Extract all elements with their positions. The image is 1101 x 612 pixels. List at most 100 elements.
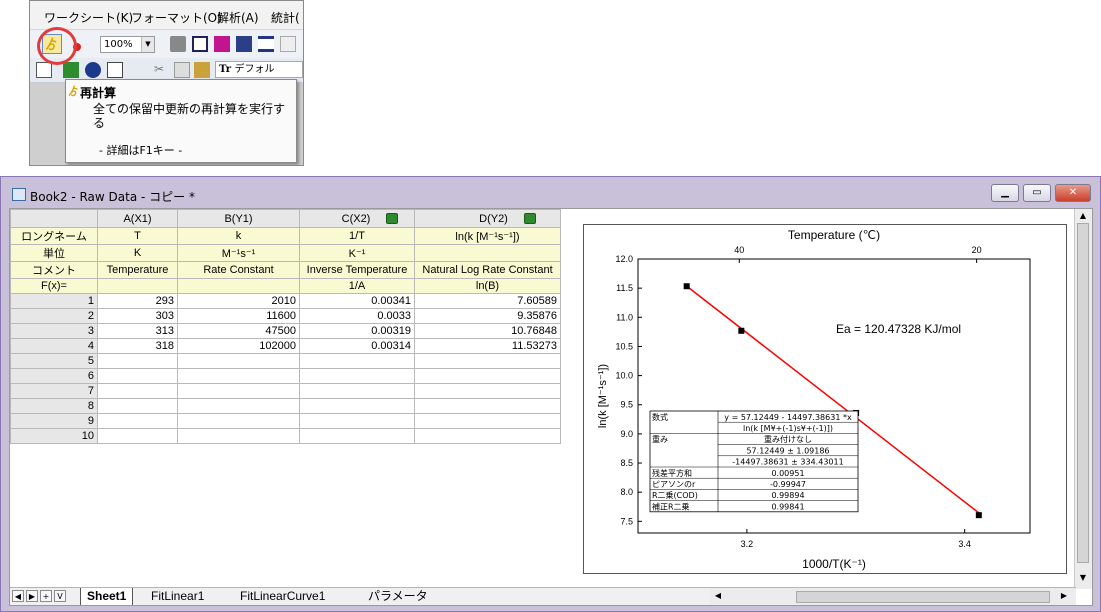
data-cell[interactable]: 0.0033	[299, 308, 415, 324]
row-number[interactable]: 4	[10, 338, 98, 354]
data-cell[interactable]: 0.00341	[299, 293, 415, 309]
export-icon[interactable]	[214, 36, 230, 52]
data-cell[interactable]	[97, 383, 178, 399]
scroll-thumb[interactable]	[1077, 223, 1089, 563]
meta-row-label[interactable]: コメント	[10, 261, 98, 279]
row-number[interactable]: 5	[10, 353, 98, 369]
menu-statistics[interactable]: 統計(	[271, 9, 300, 26]
data-cell[interactable]	[97, 413, 178, 429]
meta-cell[interactable]: ln(B)	[414, 278, 561, 294]
scroll-left-icon[interactable]: ◀	[712, 591, 724, 603]
data-cell[interactable]	[97, 368, 178, 384]
data-cell[interactable]	[299, 383, 415, 399]
lock-icon[interactable]	[523, 213, 536, 225]
horizontal-scrollbar[interactable]: ◀ ▶	[710, 587, 1076, 605]
zoom-select[interactable]: 100% ▼	[100, 36, 155, 53]
paste-icon[interactable]	[194, 62, 210, 78]
data-cell[interactable]	[299, 428, 415, 444]
data-cell[interactable]	[414, 398, 561, 414]
data-cell[interactable]	[299, 413, 415, 429]
column-header[interactable]: D(Y2)	[414, 209, 561, 228]
data-cell[interactable]	[97, 398, 178, 414]
scroll-down-icon[interactable]: ▼	[1077, 573, 1089, 585]
data-cell[interactable]: 318	[97, 338, 178, 354]
column-header[interactable]: B(Y1)	[177, 209, 300, 228]
data-cell[interactable]	[177, 413, 300, 429]
meta-cell[interactable]: Natural Log Rate Constant	[414, 261, 561, 279]
data-cell[interactable]: 11.53273	[414, 338, 561, 354]
meta-cell[interactable]: Inverse Temperature	[299, 261, 415, 279]
data-cell[interactable]: 102000	[177, 338, 300, 354]
sheet-tab-parameters[interactable]: パラメータ	[368, 588, 428, 605]
copy-worksheet-icon[interactable]	[36, 62, 52, 78]
sheet-list-button[interactable]: V	[54, 590, 66, 602]
data-cell[interactable]: 303	[97, 308, 178, 324]
scroll-right-icon[interactable]: ▶	[1058, 591, 1070, 603]
meta-row-label[interactable]: 単位	[10, 244, 98, 262]
data-cell[interactable]	[97, 353, 178, 369]
copy-icon[interactable]	[174, 62, 190, 78]
meta-cell[interactable]	[414, 244, 561, 262]
meta-cell[interactable]	[177, 278, 300, 294]
columns-icon[interactable]	[280, 36, 296, 52]
row-number[interactable]: 6	[10, 368, 98, 384]
sheet-tab-fitlinearcurve1[interactable]: FitLinearCurve1	[240, 588, 325, 605]
lock-icon[interactable]	[386, 213, 399, 225]
row-number[interactable]: 2	[10, 308, 98, 324]
meta-cell[interactable]: k	[177, 227, 300, 245]
data-cell[interactable]	[299, 353, 415, 369]
data-cell[interactable]: 2010	[177, 293, 300, 309]
data-cell[interactable]	[177, 383, 300, 399]
column-header[interactable]: C(X2)	[299, 209, 415, 228]
menu-format[interactable]: フォーマット(O)	[131, 9, 222, 26]
meta-cell[interactable]: 1/A	[299, 278, 415, 294]
scroll-thumb[interactable]	[796, 591, 1050, 603]
meta-cell[interactable]: 1/T	[299, 227, 415, 245]
row-number[interactable]: 3	[10, 323, 98, 339]
data-cell[interactable]: 0.00319	[299, 323, 415, 339]
vertical-scrollbar[interactable]: ▲ ▼	[1074, 209, 1092, 589]
font-select[interactable]: Tr デフォル	[215, 61, 303, 78]
minimize-button[interactable]: ▁	[991, 184, 1019, 202]
prev-sheet-button[interactable]: ▶	[26, 590, 38, 602]
data-cell[interactable]: 293	[97, 293, 178, 309]
data-cell[interactable]	[414, 428, 561, 444]
row-number[interactable]: 9	[10, 413, 98, 429]
data-cell[interactable]: 47500	[177, 323, 300, 339]
meta-cell[interactable]: T	[97, 227, 178, 245]
meta-cell[interactable]	[97, 278, 178, 294]
corner-cell[interactable]	[10, 209, 98, 228]
data-cell[interactable]	[414, 383, 561, 399]
meta-cell[interactable]: K	[97, 244, 178, 262]
meta-cell[interactable]: ln(k [M⁻¹s⁻¹])	[414, 227, 561, 245]
column-header[interactable]: A(X1)	[97, 209, 178, 228]
close-button[interactable]: ✕	[1055, 184, 1091, 202]
data-cell[interactable]: 0.00314	[299, 338, 415, 354]
data-cell[interactable]: 313	[97, 323, 178, 339]
print-icon[interactable]	[170, 36, 186, 52]
first-sheet-button[interactable]: ◀	[12, 590, 24, 602]
add-plot-icon[interactable]	[85, 62, 101, 78]
rows-icon[interactable]	[258, 36, 274, 52]
meta-cell[interactable]: K⁻¹	[299, 244, 415, 262]
graph-window[interactable]: 12.0 11.5 11.0 10.5 10.0 9.5 9.0 8.5 8.0 7.5 3.2 3.…	[583, 224, 1067, 574]
data-cell[interactable]	[299, 368, 415, 384]
duplicate-icon[interactable]	[107, 62, 123, 78]
data-cell[interactable]: 9.35876	[414, 308, 561, 324]
data-cell[interactable]	[177, 398, 300, 414]
print-preview-icon[interactable]	[192, 36, 208, 52]
row-number[interactable]: 1	[10, 293, 98, 309]
data-cell[interactable]	[414, 368, 561, 384]
meta-row-label[interactable]: F(x)=	[10, 278, 98, 294]
sheet-tab-sheet1[interactable]: Sheet1	[80, 588, 134, 605]
meta-row-label[interactable]: ロングネーム	[10, 227, 98, 245]
data-cell[interactable]	[177, 353, 300, 369]
add-column-icon[interactable]	[63, 62, 79, 78]
data-cell[interactable]: 11600	[177, 308, 300, 324]
edit-icon[interactable]	[236, 36, 252, 52]
menu-analysis[interactable]: 解析(A)	[217, 9, 259, 26]
menu-worksheet[interactable]: ワークシート(K)	[44, 9, 133, 26]
meta-cell[interactable]: M⁻¹s⁻¹	[177, 244, 300, 262]
scroll-up-icon[interactable]: ▲	[1077, 211, 1089, 223]
cut-icon[interactable]: ✂	[154, 62, 170, 78]
